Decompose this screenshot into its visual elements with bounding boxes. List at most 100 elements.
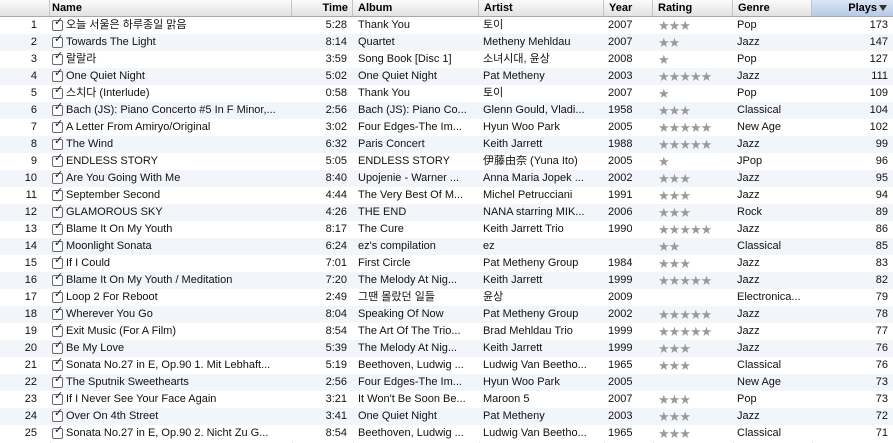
track-row[interactable]: 10 ✓ Are You Going With Me 8:40 Upojenie - W… [0, 170, 893, 187]
track-row[interactable]: 5 ✓ 스치다 (Interlude) 0:58 Thank You 토이 2007 ★ Pop… [0, 85, 893, 102]
track-enabled-checkbox[interactable]: ✓ [52, 340, 63, 354]
track-checkbox-cell[interactable]: ✓ [50, 34, 64, 51]
column-header-number[interactable] [0, 0, 50, 16]
track-row[interactable]: 20 ✓ Be My Love 5:39 The Melody At Nig... Kei… [0, 340, 893, 357]
track-rating[interactable]: ★★★★★ [656, 323, 732, 340]
rating-stars[interactable]: ★★★★★ [658, 68, 712, 85]
track-row[interactable]: 12 ✓ GLAMOROUS SKY 4:26 THE END NANA starring… [0, 204, 893, 221]
rating-stars[interactable]: ★★★★★ [658, 323, 712, 340]
track-row[interactable]: 2 ✓ Towards The Light 8:14 Quartet Metheny Me… [0, 34, 893, 51]
track-checkbox-cell[interactable]: ✓ [50, 136, 64, 153]
track-rating[interactable] [656, 374, 732, 391]
track-row[interactable]: 23 ✓ If I Never See Your Face Again 3:21 It … [0, 391, 893, 408]
column-header-genre[interactable]: Genre [733, 0, 812, 16]
rating-stars[interactable]: ★ [658, 51, 670, 68]
track-rating[interactable]: ★★★ [656, 204, 732, 221]
track-row[interactable]: 22 ✓ The Sputnik Sweethearts 2:56 Four Edges… [0, 374, 893, 391]
track-row[interactable]: 13 ✓ Blame It On My Youth 8:17 The Cure Keith… [0, 221, 893, 238]
track-checkbox-cell[interactable]: ✓ [50, 408, 64, 425]
rating-stars[interactable]: ★★★ [658, 255, 691, 272]
track-enabled-checkbox[interactable]: ✓ [52, 323, 63, 337]
track-enabled-checkbox[interactable]: ✓ [52, 153, 63, 167]
track-enabled-checkbox[interactable]: ✓ [52, 68, 63, 82]
track-row[interactable]: 3 ✓ 랄랄라 3:59 Song Book [Disc 1] 소녀시대, 윤상 2008 ★… [0, 51, 893, 68]
track-rating[interactable]: ★★★★★ [656, 221, 732, 238]
rating-stars[interactable]: ★★★ [658, 170, 691, 187]
track-rating[interactable]: ★ [656, 51, 732, 68]
rating-stars[interactable]: ★★ [658, 238, 680, 255]
track-row[interactable]: 1 ✓ 오늘 서울은 하루종일 맑음 5:28 Thank You 토이 2007 ★★★ Po… [0, 17, 893, 34]
track-enabled-checkbox[interactable]: ✓ [52, 238, 63, 252]
track-checkbox-cell[interactable]: ✓ [50, 374, 64, 391]
track-enabled-checkbox[interactable]: ✓ [52, 374, 63, 388]
rating-stars[interactable]: ★ [658, 153, 670, 170]
track-row[interactable]: 6 ✓ Bach (JS): Piano Concerto #5 In F Mino… [0, 102, 893, 119]
track-enabled-checkbox[interactable]: ✓ [52, 357, 63, 371]
track-row[interactable]: 11 ✓ September Second 4:44 The Very Best Of … [0, 187, 893, 204]
track-checkbox-cell[interactable]: ✓ [50, 357, 64, 374]
track-checkbox-cell[interactable]: ✓ [50, 170, 64, 187]
column-header-plays[interactable]: Plays [812, 0, 893, 16]
track-enabled-checkbox[interactable]: ✓ [52, 306, 63, 320]
track-row[interactable]: 19 ✓ Exit Music (For A Film) 8:54 The Art Of… [0, 323, 893, 340]
rating-stars[interactable]: ★★★ [658, 391, 691, 408]
rating-stars[interactable]: ★★★★★ [658, 306, 712, 323]
track-checkbox-cell[interactable]: ✓ [50, 51, 64, 68]
track-rating[interactable]: ★★★★★ [656, 272, 732, 289]
track-checkbox-cell[interactable]: ✓ [50, 306, 64, 323]
rating-stars[interactable]: ★★★ [658, 204, 691, 221]
column-header-album[interactable]: Album [353, 0, 479, 16]
track-row[interactable]: 14 ✓ Moonlight Sonata 6:24 ez's compilation e… [0, 238, 893, 255]
track-rating[interactable]: ★★★★★ [656, 306, 732, 323]
track-checkbox-cell[interactable]: ✓ [50, 187, 64, 204]
track-row[interactable]: 8 ✓ The Wind 6:32 Paris Concert Keith Jarrett… [0, 136, 893, 153]
track-checkbox-cell[interactable]: ✓ [50, 221, 64, 238]
track-checkbox-cell[interactable]: ✓ [50, 391, 64, 408]
track-enabled-checkbox[interactable]: ✓ [52, 85, 63, 99]
track-enabled-checkbox[interactable]: ✓ [52, 204, 63, 218]
track-checkbox-cell[interactable]: ✓ [50, 119, 64, 136]
track-rating[interactable]: ★★ [656, 34, 732, 51]
track-rating[interactable]: ★★★ [656, 187, 732, 204]
track-rating[interactable]: ★★★★★ [656, 119, 732, 136]
track-enabled-checkbox[interactable]: ✓ [52, 136, 63, 150]
track-rating[interactable]: ★★★ [656, 17, 732, 34]
column-header-rating[interactable]: Rating [653, 0, 733, 16]
rating-stars[interactable]: ★ [658, 85, 670, 102]
track-rating[interactable]: ★★★ [656, 340, 732, 357]
track-enabled-checkbox[interactable]: ✓ [52, 425, 63, 439]
track-rating[interactable]: ★★★ [656, 255, 732, 272]
track-row[interactable]: 4 ✓ One Quiet Night 5:02 One Quiet Night Pat … [0, 68, 893, 85]
rating-stars[interactable]: ★★★ [658, 357, 691, 374]
track-rating[interactable]: ★ [656, 85, 732, 102]
track-row[interactable]: 24 ✓ Over On 4th Street 3:41 One Quiet Night… [0, 408, 893, 425]
track-enabled-checkbox[interactable]: ✓ [52, 17, 63, 31]
column-header-name[interactable]: Name [50, 0, 292, 16]
track-checkbox-cell[interactable]: ✓ [50, 85, 64, 102]
rating-stars[interactable]: ★★★ [658, 425, 691, 442]
track-row[interactable]: 18 ✓ Wherever You Go 8:04 Speaking Of Now Pat… [0, 306, 893, 323]
track-row[interactable]: 17 ✓ Loop 2 For Reboot 2:49 그땐 몰랐던 일들 윤상 2009 E… [0, 289, 893, 306]
track-rating[interactable]: ★★★ [656, 408, 732, 425]
rating-stars[interactable]: ★★★ [658, 17, 691, 34]
track-row[interactable]: 16 ✓ Blame It On My Youth / Meditation 7:20… [0, 272, 893, 289]
track-rating[interactable]: ★ [656, 153, 732, 170]
rating-stars[interactable]: ★★★★★ [658, 272, 712, 289]
track-row[interactable]: 9 ✓ ENDLESS STORY 5:05 ENDLESS STORY 伊藤由奈 (Yu… [0, 153, 893, 170]
rating-stars[interactable]: ★★★ [658, 408, 691, 425]
track-rating[interactable]: ★★★ [656, 425, 732, 442]
rating-stars[interactable]: ★★ [658, 34, 680, 51]
track-checkbox-cell[interactable]: ✓ [50, 340, 64, 357]
rating-stars[interactable]: ★★★★★ [658, 221, 712, 238]
track-checkbox-cell[interactable]: ✓ [50, 238, 64, 255]
track-rating[interactable]: ★★ [656, 238, 732, 255]
track-checkbox-cell[interactable]: ✓ [50, 17, 64, 34]
track-enabled-checkbox[interactable]: ✓ [52, 51, 63, 65]
track-checkbox-cell[interactable]: ✓ [50, 425, 64, 442]
track-rating[interactable]: ★★★ [656, 357, 732, 374]
track-checkbox-cell[interactable]: ✓ [50, 153, 64, 170]
track-rating[interactable]: ★★★★★ [656, 136, 732, 153]
rating-stars[interactable]: ★★★ [658, 102, 691, 119]
track-enabled-checkbox[interactable]: ✓ [52, 289, 63, 303]
track-enabled-checkbox[interactable]: ✓ [52, 391, 63, 405]
